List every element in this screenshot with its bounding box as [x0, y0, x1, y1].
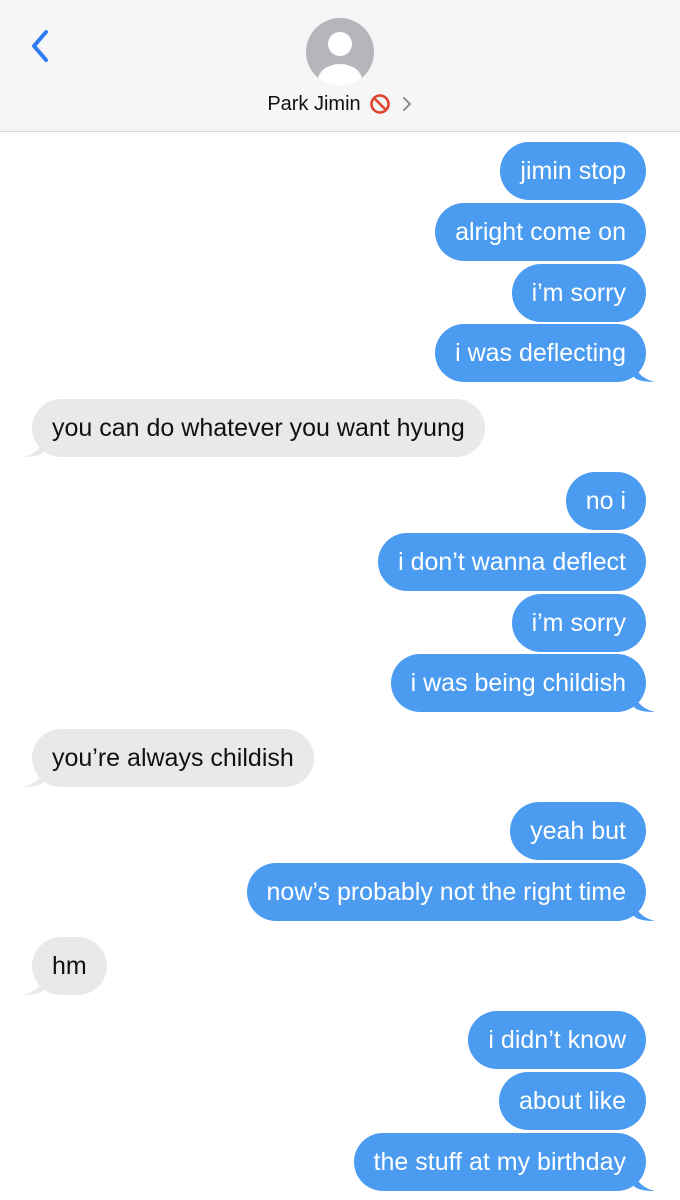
- sent-message-bubble[interactable]: about like: [498, 1072, 646, 1130]
- sent-message-bubble[interactable]: now’s probably not the right time: [246, 863, 655, 921]
- contact-details-link[interactable]: Park Jimin: [0, 90, 680, 118]
- received-message-bubble[interactable]: hm: [23, 937, 107, 995]
- message-text: i’m sorry: [531, 278, 626, 307]
- bubble-tail: [633, 899, 655, 921]
- sent-message-bubble[interactable]: i was deflecting: [435, 324, 655, 382]
- sent-message-bubble[interactable]: i’m sorry: [511, 264, 646, 322]
- message-text: yeah but: [530, 816, 626, 845]
- bubble-tail: [23, 765, 45, 787]
- back-button[interactable]: [22, 24, 62, 68]
- person-silhouette-icon: [318, 32, 362, 86]
- chevron-right-icon: [402, 97, 411, 111]
- message-text: jimin stop: [520, 156, 626, 185]
- bubble-tail: [633, 690, 655, 712]
- sent-message-bubble[interactable]: i was being childish: [390, 654, 655, 712]
- bubble-tail: [633, 1169, 655, 1191]
- message-text: i don’t wanna deflect: [398, 547, 626, 576]
- contact-name: Park Jimin: [267, 92, 361, 115]
- received-message-bubble[interactable]: you can do whatever you want hyung: [23, 399, 485, 457]
- no-entry-icon: [369, 94, 390, 114]
- message-text: about like: [518, 1086, 626, 1115]
- message-text: the stuff at my birthday: [373, 1147, 626, 1176]
- sent-message-bubble[interactable]: i’m sorry: [511, 594, 646, 652]
- message-text: you’re always childish: [52, 743, 294, 772]
- message-text: i’m sorry: [531, 608, 626, 637]
- sent-message-bubble[interactable]: i don’t wanna deflect: [378, 533, 646, 591]
- received-message-bubble[interactable]: you’re always childish: [23, 729, 314, 787]
- sent-message-bubble[interactable]: alright come on: [435, 203, 646, 261]
- sent-message-bubble[interactable]: the stuff at my birthday: [353, 1133, 655, 1191]
- bubble-tail: [23, 973, 45, 995]
- message-text: i didn’t know: [488, 1025, 626, 1054]
- sent-message-bubble[interactable]: jimin stop: [500, 142, 646, 200]
- message-text: now’s probably not the right time: [266, 877, 626, 906]
- sent-message-bubble[interactable]: no i: [565, 472, 646, 530]
- chevron-left-icon: [32, 30, 48, 62]
- message-text: i was deflecting: [455, 338, 626, 367]
- bubble-tail: [633, 360, 655, 382]
- contact-avatar[interactable]: [306, 18, 374, 86]
- message-text: hm: [52, 951, 87, 980]
- sent-message-bubble[interactable]: yeah but: [510, 802, 646, 860]
- message-text: you can do whatever you want hyung: [52, 413, 465, 442]
- bubble-tail: [23, 435, 45, 457]
- conversation-header: Park Jimin: [0, 0, 680, 132]
- message-text: i was being childish: [410, 668, 626, 697]
- sent-message-bubble[interactable]: i didn’t know: [468, 1011, 646, 1069]
- message-text: alright come on: [455, 217, 626, 246]
- message-text: no i: [585, 486, 626, 515]
